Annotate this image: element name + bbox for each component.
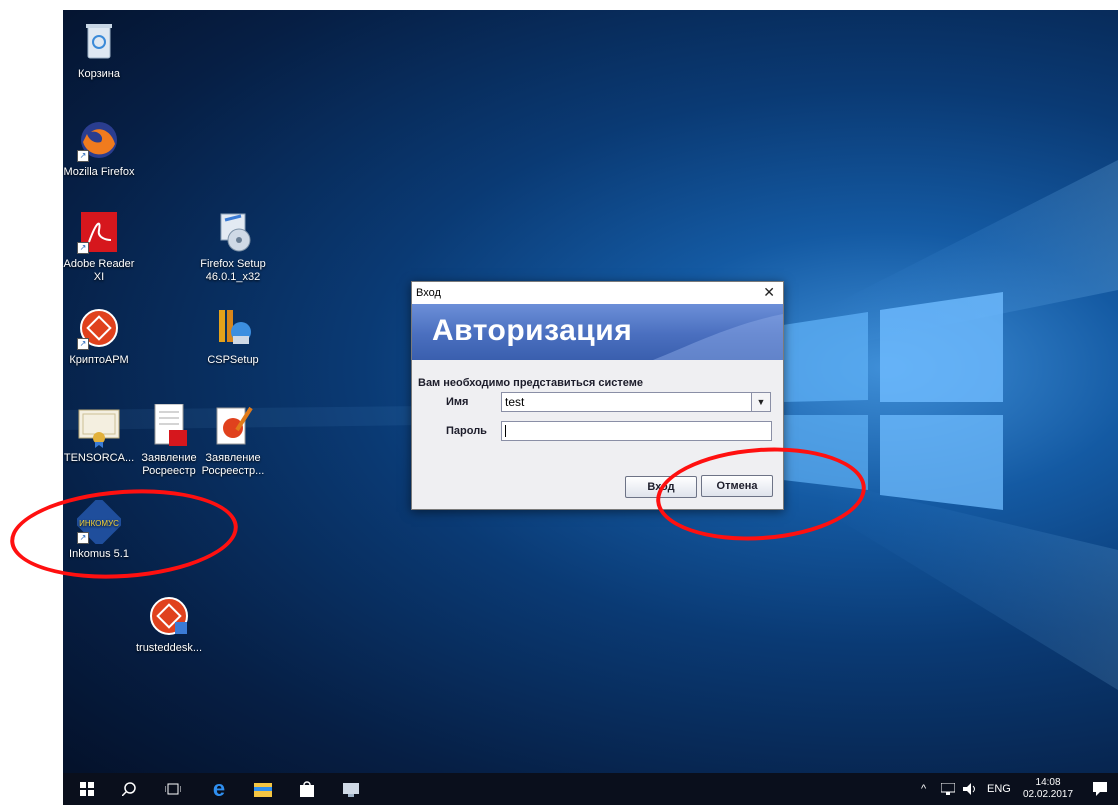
desktop-icon-adobe-reader[interactable]: ↗ Adobe Reader XI <box>63 210 135 284</box>
app-icon[interactable] <box>331 773 371 805</box>
volume-icon[interactable] <box>963 773 979 805</box>
taskbar: e ^ ENG 14:08 02.02.2017 <box>63 773 1118 805</box>
desktop-icon-rosreestr-signed[interactable]: Заявление Росреестр... <box>197 404 269 478</box>
banner-title: Авторизация <box>432 314 633 347</box>
desktop-icon-label: Корзина <box>78 68 120 80</box>
certificate-icon <box>77 404 121 448</box>
search-icon[interactable] <box>109 773 149 805</box>
tray-chevron-up-icon[interactable]: ^ <box>921 773 926 805</box>
desktop-icon-cryptoarm[interactable]: ↗ КриптоАРМ <box>63 306 135 367</box>
task-view-icon[interactable] <box>153 773 193 805</box>
file-explorer-icon[interactable] <box>243 773 283 805</box>
clock-time: 14:08 <box>1035 777 1061 788</box>
desktop-icon-label: trusteddesk... <box>135 642 203 654</box>
store-icon[interactable] <box>287 773 327 805</box>
csp-setup-icon <box>211 306 255 350</box>
adobe-reader-icon: ↗ <box>77 210 121 254</box>
recycle-bin-icon <box>77 20 121 64</box>
desktop-icon-trusteddesk[interactable]: trusteddesk... <box>133 594 205 655</box>
firefox-icon: ↗ <box>77 118 121 162</box>
desktop-icon-label: Adobe Reader XI <box>63 258 135 283</box>
desktop-icon-recycle-bin[interactable]: Корзина <box>63 20 135 81</box>
clock-date: 02.02.2017 <box>1023 789 1074 800</box>
desktop-icon-label: КриптоАРМ <box>69 354 129 366</box>
dialog-title: Вход <box>416 287 441 299</box>
name-combobox[interactable]: test ▼ <box>501 392 771 412</box>
desktop-icon-firefox-setup[interactable]: Firefox Setup 46.0.1_x32 <box>197 210 269 284</box>
desktop-icon-label: Заявление Росреестр... <box>201 452 265 477</box>
desktop-icon-label: Mozilla Firefox <box>63 166 135 178</box>
dialog-titlebar[interactable]: Вход ✕ <box>412 282 783 304</box>
dialog-banner: Авторизация <box>412 304 783 360</box>
desktop-icon-label: Заявление Росреестр <box>141 452 197 477</box>
cryptoarm-icon: ↗ <box>77 306 121 350</box>
clock[interactable]: 14:08 02.02.2017 <box>1023 773 1073 805</box>
intro-text: Вам необходимо представиться системе <box>418 377 644 389</box>
trusteddesk-icon <box>147 594 191 638</box>
text-caret <box>505 425 506 437</box>
desktop-icon-label: CSPSetup <box>207 354 259 366</box>
desktop-icon-rosreestr-pdf[interactable]: Заявление Росреестр <box>133 403 205 478</box>
network-icon[interactable] <box>941 773 955 805</box>
desktop-icon-cspsetup[interactable]: CSPSetup <box>197 306 269 367</box>
password-label: Пароль <box>446 425 487 437</box>
name-label: Имя <box>446 396 469 408</box>
desktop-icon-label: TENSORCA... <box>63 452 135 464</box>
close-icon[interactable]: ✕ <box>763 284 775 301</box>
start-icon[interactable] <box>67 773 107 805</box>
chevron-down-icon[interactable]: ▼ <box>751 393 770 411</box>
pdf-document-icon <box>147 403 191 448</box>
desktop-icon-firefox[interactable]: ↗ Mozilla Firefox <box>63 118 135 179</box>
desktop-icon-tensorca[interactable]: TENSORCA... <box>63 404 135 465</box>
edge-icon[interactable]: e <box>199 773 239 805</box>
signed-document-icon <box>211 404 255 448</box>
name-value: test <box>505 395 525 409</box>
password-field[interactable] <box>501 421 772 441</box>
desktop-icon-label: Firefox Setup 46.0.1_x32 <box>200 258 266 283</box>
language-indicator[interactable]: ENG <box>987 773 1011 805</box>
banner-wave-decoration <box>653 314 783 360</box>
installer-icon <box>211 210 255 254</box>
notifications-icon[interactable] <box>1093 773 1107 805</box>
